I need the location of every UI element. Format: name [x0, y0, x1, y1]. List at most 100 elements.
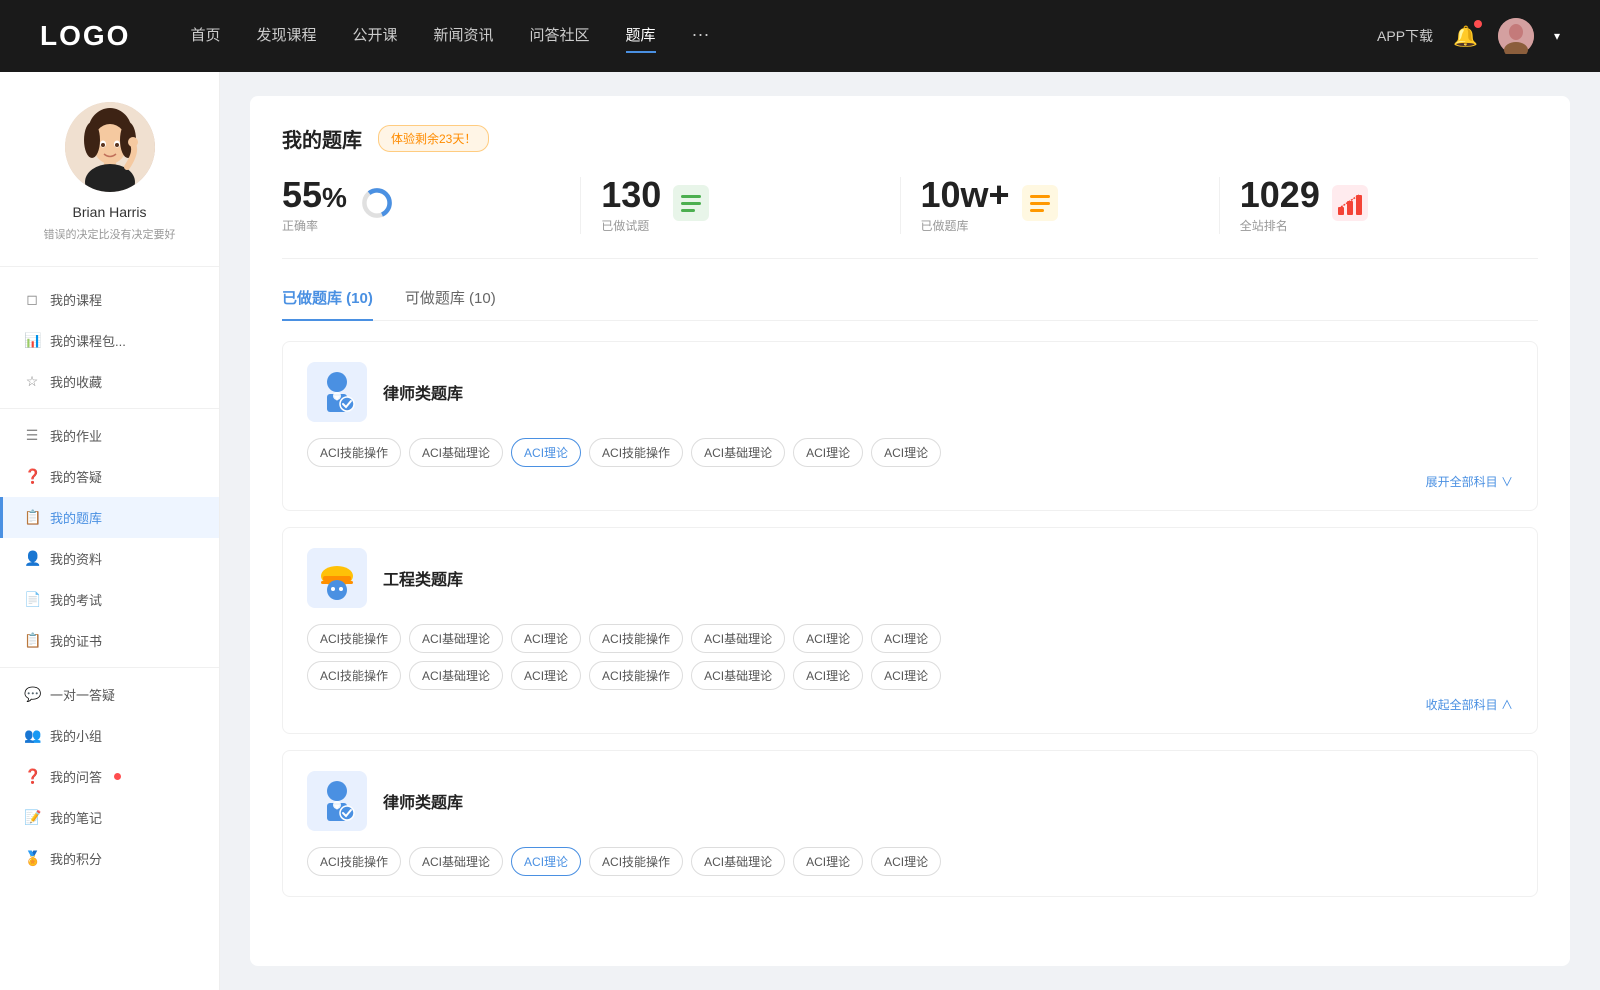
tag-3-3[interactable]: ACI理论: [511, 847, 581, 876]
stat-accuracy-value-group: 55% 正确率: [282, 177, 347, 234]
sidebar-item-profile[interactable]: 👤 我的资料: [0, 538, 219, 579]
qb-card-header-3: 律师类题库: [307, 771, 1513, 831]
sidebar-item-exam[interactable]: 📄 我的考试: [0, 579, 219, 620]
sidebar-item-oneone[interactable]: 💬 一对一答疑: [0, 674, 219, 715]
avatar[interactable]: [1498, 18, 1534, 54]
tag-1-5[interactable]: ACI基础理论: [691, 438, 785, 467]
nav-qa[interactable]: 问答社区: [530, 24, 590, 49]
list-green-icon: [673, 185, 709, 221]
tag-2-7[interactable]: ACI理论: [871, 624, 941, 653]
tag-2-8[interactable]: ACI技能操作: [307, 661, 401, 690]
tag-2-11[interactable]: ACI技能操作: [589, 661, 683, 690]
stat-accuracy-value: 55%: [282, 177, 347, 213]
qb-header: 我的题库 体验剩余23天！: [282, 124, 1538, 153]
tag-2-1[interactable]: ACI技能操作: [307, 624, 401, 653]
qb-card-engineer: 工程类题库 ACI技能操作 ACI基础理论 ACI理论 ACI技能操作 ACI基…: [282, 527, 1538, 734]
bar-red-icon: [1332, 185, 1368, 221]
qb-card-tags-3: ACI技能操作 ACI基础理论 ACI理论 ACI技能操作 ACI基础理论 AC…: [307, 847, 1513, 876]
tag-3-5[interactable]: ACI基础理论: [691, 847, 785, 876]
notification-bell[interactable]: 🔔: [1453, 24, 1478, 49]
tag-1-3[interactable]: ACI理论: [511, 438, 581, 467]
tag-2-14[interactable]: ACI理论: [871, 661, 941, 690]
tag-2-2[interactable]: ACI基础理论: [409, 624, 503, 653]
tag-1-1[interactable]: ACI技能操作: [307, 438, 401, 467]
avatar-chevron-icon[interactable]: ▾: [1554, 29, 1560, 43]
tag-1-6[interactable]: ACI理论: [793, 438, 863, 467]
sidebar-item-homework[interactable]: ☰ 我的作业: [0, 415, 219, 456]
page-title: 我的题库: [282, 124, 362, 153]
stat-questions: 130 已做试题: [601, 177, 900, 234]
sidebar-item-certificate[interactable]: 📋 我的证书: [0, 620, 219, 661]
courses-icon: ◻: [24, 291, 40, 308]
questions-dot: [114, 773, 121, 780]
sidebar-item-label: 我的题库: [50, 508, 102, 527]
packages-icon: 📊: [24, 332, 40, 349]
tag-2-3[interactable]: ACI理论: [511, 624, 581, 653]
sidebar-item-notes[interactable]: 📝 我的笔记: [0, 797, 219, 838]
engineer-icon: [313, 554, 361, 602]
stat-rank-value-group: 1029 全站排名: [1240, 177, 1320, 234]
tag-2-4[interactable]: ACI技能操作: [589, 624, 683, 653]
nav-home[interactable]: 首页: [190, 24, 220, 49]
lawyer-icon: [313, 368, 361, 416]
sidebar-item-courses[interactable]: ◻ 我的课程: [0, 279, 219, 320]
tag-2-10[interactable]: ACI理论: [511, 661, 581, 690]
qb-container: 我的题库 体验剩余23天！ 55% 正确率: [250, 96, 1570, 966]
sidebar-item-label: 一对一答疑: [50, 685, 115, 704]
bell-icon: 🔔: [1453, 26, 1478, 48]
sidebar-item-points[interactable]: 🏅 我的积分: [0, 838, 219, 879]
sidebar-item-label: 我的证书: [50, 631, 102, 650]
tag-3-4[interactable]: ACI技能操作: [589, 847, 683, 876]
nav-discover[interactable]: 发现课程: [256, 24, 316, 49]
sidebar-separator-2: [0, 667, 219, 668]
nav-open-course[interactable]: 公开课: [352, 24, 397, 49]
tag-2-13[interactable]: ACI理论: [793, 661, 863, 690]
navbar-right: APP下载 🔔 ▾: [1377, 18, 1560, 54]
stat-accuracy-label: 正确率: [282, 217, 347, 234]
tag-3-7[interactable]: ACI理论: [871, 847, 941, 876]
qb-card-icon-2: [307, 548, 367, 608]
qb-card-tags-1: ACI技能操作 ACI基础理论 ACI理论 ACI技能操作 ACI基础理论 AC…: [307, 438, 1513, 467]
tag-2-6[interactable]: ACI理论: [793, 624, 863, 653]
nav-more[interactable]: ···: [692, 24, 710, 49]
sidebar-item-qa[interactable]: ❓ 我的答疑: [0, 456, 219, 497]
sidebar-item-label: 我的课程包...: [50, 331, 126, 350]
tab-available[interactable]: 可做题库 (10): [405, 287, 496, 320]
tag-2-12[interactable]: ACI基础理论: [691, 661, 785, 690]
nav-news[interactable]: 新闻资讯: [434, 24, 494, 49]
sidebar-item-packages[interactable]: 📊 我的课程包...: [0, 320, 219, 361]
stat-rank-label: 全站排名: [1240, 217, 1320, 234]
qb-collapse-2[interactable]: 收起全部科目 ∧: [307, 696, 1513, 713]
logo: LOGO: [40, 20, 130, 52]
tag-2-5[interactable]: ACI基础理论: [691, 624, 785, 653]
qb-expand-1[interactable]: 展开全部科目 ∨: [307, 473, 1513, 490]
nav-links: 首页 发现课程 公开课 新闻资讯 问答社区 题库 ···: [190, 24, 1377, 49]
sidebar-item-favorites[interactable]: ☆ 我的收藏: [0, 361, 219, 402]
tag-1-2[interactable]: ACI基础理论: [409, 438, 503, 467]
tab-done[interactable]: 已做题库 (10): [282, 287, 373, 320]
stat-rank: 1029 全站排名: [1240, 177, 1538, 234]
sidebar-item-group[interactable]: 👥 我的小组: [0, 715, 219, 756]
tag-3-6[interactable]: ACI理论: [793, 847, 863, 876]
sidebar-item-questions[interactable]: ❓ 我的问答: [0, 756, 219, 797]
navbar: LOGO 首页 发现课程 公开课 新闻资讯 问答社区 题库 ··· APP下载 …: [0, 0, 1600, 72]
tag-3-2[interactable]: ACI基础理论: [409, 847, 503, 876]
tag-3-1[interactable]: ACI技能操作: [307, 847, 401, 876]
certificate-icon: 📋: [24, 632, 40, 649]
qb-card-header-2: 工程类题库: [307, 548, 1513, 608]
sidebar-item-label: 我的笔记: [50, 808, 102, 827]
app-download-button[interactable]: APP下载: [1377, 26, 1433, 46]
sidebar-item-label: 我的积分: [50, 849, 102, 868]
favorites-icon: ☆: [24, 373, 40, 390]
stat-questions-value: 130: [601, 177, 661, 213]
tag-1-7[interactable]: ACI理论: [871, 438, 941, 467]
stats-row: 55% 正确率 130 已做试题: [282, 177, 1538, 259]
stat-banks-value: 10w+: [921, 177, 1010, 213]
sidebar-item-qbank[interactable]: 📋 我的题库: [0, 497, 219, 538]
qb-card-icon-3: [307, 771, 367, 831]
nav-qbank[interactable]: 题库: [626, 24, 656, 49]
tag-2-9[interactable]: ACI基础理论: [409, 661, 503, 690]
stat-questions-label: 已做试题: [601, 217, 661, 234]
sidebar-item-label: 我的小组: [50, 726, 102, 745]
tag-1-4[interactable]: ACI技能操作: [589, 438, 683, 467]
